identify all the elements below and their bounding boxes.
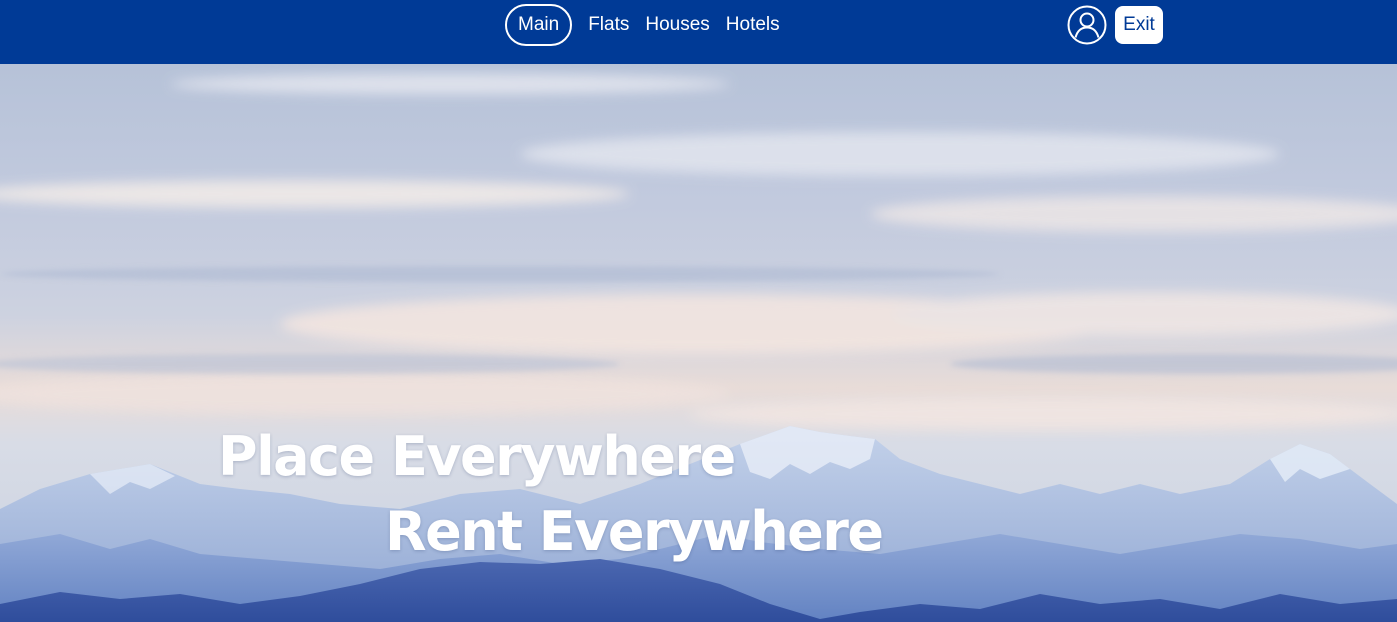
hero-headline-line1: Place Everywhere	[218, 425, 736, 488]
page: Main Flats Houses Hotels Exit Place Ever…	[0, 0, 1397, 622]
nav-link-flats[interactable]: Flats	[580, 4, 637, 46]
nav-link-houses[interactable]: Houses	[637, 4, 717, 46]
user-profile-button[interactable]	[1067, 5, 1107, 45]
user-circle-icon	[1067, 5, 1107, 45]
hero-headline-line2: Rent Everywhere	[385, 500, 884, 563]
nav-links: Main Flats Houses Hotels	[505, 4, 788, 46]
exit-button[interactable]: Exit	[1115, 6, 1163, 44]
nav-link-main[interactable]: Main	[505, 4, 573, 46]
nav-link-hotels[interactable]: Hotels	[718, 4, 788, 46]
top-navbar: Main Flats Houses Hotels Exit	[0, 0, 1397, 64]
hero-banner: Place Everywhere Rent Everywhere	[0, 64, 1397, 622]
